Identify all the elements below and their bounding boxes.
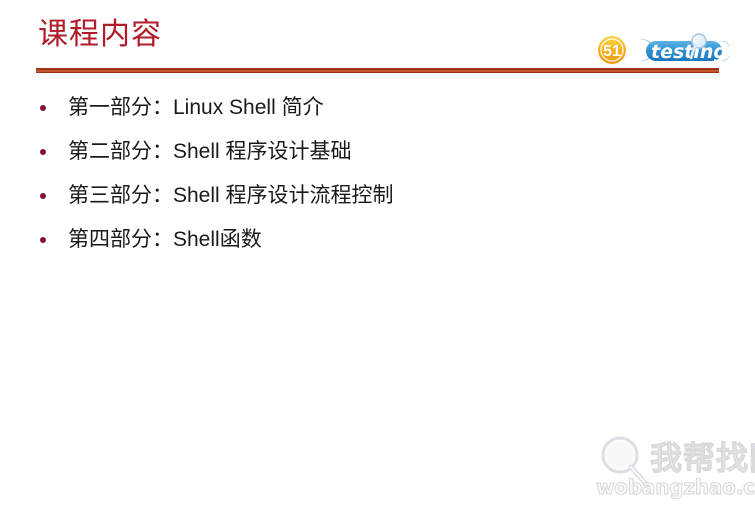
list-item: 第一部分：Linux Shell 简介 bbox=[0, 86, 755, 130]
page-title: 课程内容 bbox=[38, 17, 162, 52]
list-item-label: 第四部分：Shell函数 bbox=[68, 228, 262, 251]
bullet-dot-icon bbox=[40, 193, 46, 199]
list-item: 第三部分：Shell 程序设计流程控制 bbox=[0, 174, 755, 218]
bullet-dot-icon bbox=[40, 105, 46, 111]
list-item: 第四部分：Shell函数 bbox=[0, 218, 755, 262]
logo-wordmark: testing bbox=[651, 41, 727, 63]
slide-canvas: 课程内容 51 testing 第一部分：Linux Shell 简介 第二部分… bbox=[0, 0, 755, 510]
list-item-label: 第二部分：Shell 程序设计基础 bbox=[68, 140, 352, 163]
watermark-cn-text: 我帮找网 bbox=[649, 439, 755, 478]
divider-line-bottom bbox=[36, 71, 719, 73]
bullet-dot-icon bbox=[40, 237, 46, 243]
logo-graphic: 51 testing bbox=[598, 33, 730, 64]
brand-logo-51testing: 51 testing bbox=[596, 33, 730, 67]
list-item: 第二部分：Shell 程序设计基础 bbox=[0, 130, 755, 174]
watermark-domain-text: wobangzhao.com bbox=[596, 475, 755, 500]
title-divider bbox=[36, 68, 719, 73]
watermark: 我帮找网 wobangzhao.com bbox=[588, 428, 755, 504]
logo-badge-text: 51 bbox=[603, 43, 621, 60]
list-item-label: 第三部分：Shell 程序设计流程控制 bbox=[68, 184, 394, 207]
bullet-dot-icon bbox=[40, 149, 46, 155]
content-bullet-list: 第一部分：Linux Shell 简介 第二部分：Shell 程序设计基础 第三… bbox=[0, 86, 755, 262]
list-item-label: 第一部分：Linux Shell 简介 bbox=[68, 96, 324, 119]
